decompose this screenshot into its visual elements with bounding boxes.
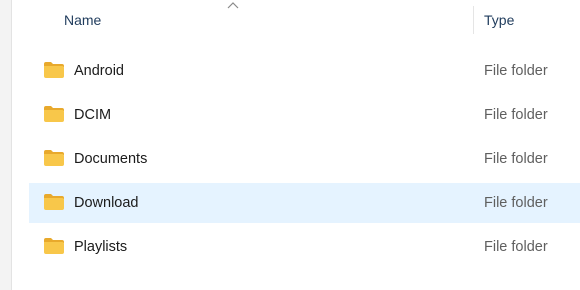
item-name: Download bbox=[74, 195, 139, 211]
file-list[interactable]: Name Type Android File folder DCIM File … bbox=[12, 0, 580, 290]
item-type: File folder bbox=[484, 107, 548, 123]
list-item-android[interactable]: Android File folder bbox=[12, 49, 580, 93]
sort-ascending-icon bbox=[227, 2, 239, 9]
folder-icon bbox=[44, 62, 64, 78]
item-name: Documents bbox=[74, 151, 148, 167]
column-header-bar: Name Type bbox=[12, 0, 580, 40]
item-type: File folder bbox=[484, 195, 548, 211]
folder-icon bbox=[44, 194, 64, 210]
item-name: Playlists bbox=[74, 239, 128, 255]
list-item-documents[interactable]: Documents File folder bbox=[12, 137, 580, 181]
folder-icon bbox=[44, 238, 64, 254]
column-header-name-label: Name bbox=[64, 12, 102, 28]
folder-icon bbox=[44, 106, 64, 122]
list-item-dcim[interactable]: DCIM File folder bbox=[12, 93, 580, 137]
column-header-type[interactable]: Type bbox=[473, 0, 580, 40]
item-type: File folder bbox=[484, 239, 548, 255]
list-item-playlists[interactable]: Playlists File folder bbox=[12, 225, 580, 269]
column-header-name[interactable]: Name bbox=[12, 0, 473, 40]
item-name: DCIM bbox=[74, 107, 112, 123]
folder-icon bbox=[44, 150, 64, 166]
file-rows: Android File folder DCIM File folder Doc… bbox=[12, 49, 580, 269]
list-item-download[interactable]: Download File folder bbox=[12, 181, 580, 225]
item-type: File folder bbox=[484, 151, 548, 167]
column-header-type-label: Type bbox=[484, 12, 515, 28]
item-type: File folder bbox=[484, 63, 548, 79]
navigation-pane-edge bbox=[0, 0, 12, 290]
item-name: Android bbox=[74, 63, 124, 79]
